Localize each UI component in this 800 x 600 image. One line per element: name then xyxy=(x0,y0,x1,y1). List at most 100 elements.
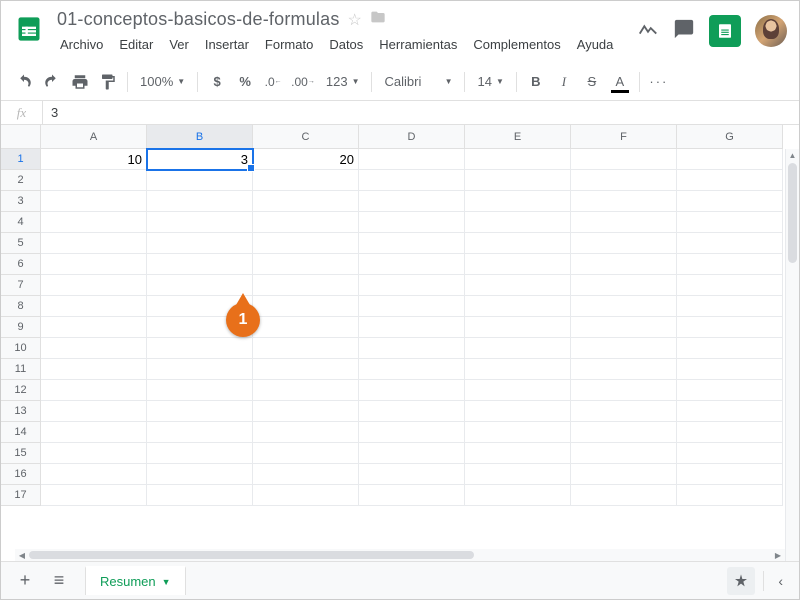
cell-E7[interactable] xyxy=(465,275,571,296)
cell-B2[interactable] xyxy=(147,170,253,191)
cell-D6[interactable] xyxy=(359,254,465,275)
formula-input[interactable]: 3 xyxy=(43,105,799,120)
row-header-13[interactable]: 13 xyxy=(1,401,41,422)
cell-D3[interactable] xyxy=(359,191,465,212)
all-sheets-button[interactable]: ≡ xyxy=(45,567,73,595)
italic-button[interactable]: I xyxy=(551,69,577,95)
cell-G12[interactable] xyxy=(677,380,783,401)
percent-button[interactable]: % xyxy=(232,69,258,95)
cell-G10[interactable] xyxy=(677,338,783,359)
column-header-C[interactable]: C xyxy=(253,125,359,149)
cell-F3[interactable] xyxy=(571,191,677,212)
redo-button[interactable] xyxy=(39,69,65,95)
cell-F4[interactable] xyxy=(571,212,677,233)
cell-D5[interactable] xyxy=(359,233,465,254)
row-header-12[interactable]: 12 xyxy=(1,380,41,401)
row-header-17[interactable]: 17 xyxy=(1,485,41,506)
cell-D8[interactable] xyxy=(359,296,465,317)
cell-B12[interactable] xyxy=(147,380,253,401)
number-format-dropdown[interactable]: 123▼ xyxy=(320,74,366,89)
cell-A14[interactable] xyxy=(41,422,147,443)
cell-G2[interactable] xyxy=(677,170,783,191)
cell-B6[interactable] xyxy=(147,254,253,275)
sheets-logo[interactable] xyxy=(9,9,49,49)
menu-complementos[interactable]: Complementos xyxy=(466,34,567,55)
cell-A17[interactable] xyxy=(41,485,147,506)
cell-E2[interactable] xyxy=(465,170,571,191)
cell-C3[interactable] xyxy=(253,191,359,212)
cell-E4[interactable] xyxy=(465,212,571,233)
row-header-4[interactable]: 4 xyxy=(1,212,41,233)
star-icon[interactable]: ☆ xyxy=(348,10,362,30)
cell-E16[interactable] xyxy=(465,464,571,485)
activity-icon[interactable] xyxy=(637,18,659,45)
sheet-tab-resumen[interactable]: Resumen ▼ xyxy=(85,566,186,595)
cell-F7[interactable] xyxy=(571,275,677,296)
text-color-button[interactable]: A xyxy=(607,69,633,95)
cell-G3[interactable] xyxy=(677,191,783,212)
cell-B14[interactable] xyxy=(147,422,253,443)
cell-G8[interactable] xyxy=(677,296,783,317)
cell-F10[interactable] xyxy=(571,338,677,359)
cell-A12[interactable] xyxy=(41,380,147,401)
row-header-2[interactable]: 2 xyxy=(1,170,41,191)
cell-G7[interactable] xyxy=(677,275,783,296)
cell-G4[interactable] xyxy=(677,212,783,233)
column-header-F[interactable]: F xyxy=(571,125,677,149)
cell-F8[interactable] xyxy=(571,296,677,317)
scroll-up-arrow[interactable]: ▲ xyxy=(786,149,799,161)
scroll-left-arrow[interactable]: ◀ xyxy=(15,551,29,560)
cell-C4[interactable] xyxy=(253,212,359,233)
cell-F11[interactable] xyxy=(571,359,677,380)
cell-D9[interactable] xyxy=(359,317,465,338)
vertical-scrollbar[interactable]: ▲ ▼ xyxy=(785,149,799,573)
cell-E13[interactable] xyxy=(465,401,571,422)
select-all-corner[interactable] xyxy=(1,125,41,149)
cell-E17[interactable] xyxy=(465,485,571,506)
paint-format-button[interactable] xyxy=(95,69,121,95)
menu-ayuda[interactable]: Ayuda xyxy=(570,34,621,55)
increase-decimal-button[interactable]: .00→ xyxy=(288,69,318,95)
print-button[interactable] xyxy=(67,69,93,95)
cell-D11[interactable] xyxy=(359,359,465,380)
cell-C13[interactable] xyxy=(253,401,359,422)
cell-E8[interactable] xyxy=(465,296,571,317)
column-header-G[interactable]: G xyxy=(677,125,783,149)
cell-C16[interactable] xyxy=(253,464,359,485)
cell-F9[interactable] xyxy=(571,317,677,338)
cell-E11[interactable] xyxy=(465,359,571,380)
cell-F15[interactable] xyxy=(571,443,677,464)
cell-B17[interactable] xyxy=(147,485,253,506)
cell-A7[interactable] xyxy=(41,275,147,296)
cell-A6[interactable] xyxy=(41,254,147,275)
cell-A4[interactable] xyxy=(41,212,147,233)
row-header-5[interactable]: 5 xyxy=(1,233,41,254)
column-header-B[interactable]: B xyxy=(147,125,253,149)
scroll-right-arrow[interactable]: ▶ xyxy=(771,551,785,560)
column-header-E[interactable]: E xyxy=(465,125,571,149)
cell-C11[interactable] xyxy=(253,359,359,380)
menu-herramientas[interactable]: Herramientas xyxy=(372,34,464,55)
cell-C9[interactable] xyxy=(253,317,359,338)
cell-C5[interactable] xyxy=(253,233,359,254)
folder-icon[interactable] xyxy=(370,9,386,30)
cell-D12[interactable] xyxy=(359,380,465,401)
cell-D10[interactable] xyxy=(359,338,465,359)
cell-B15[interactable] xyxy=(147,443,253,464)
cell-F14[interactable] xyxy=(571,422,677,443)
cell-C8[interactable] xyxy=(253,296,359,317)
decrease-decimal-button[interactable]: .0← xyxy=(260,69,286,95)
menu-formato[interactable]: Formato xyxy=(258,34,320,55)
cell-G6[interactable] xyxy=(677,254,783,275)
row-header-9[interactable]: 9 xyxy=(1,317,41,338)
cell-C7[interactable] xyxy=(253,275,359,296)
undo-button[interactable] xyxy=(11,69,37,95)
comments-icon[interactable] xyxy=(673,18,695,45)
cell-C6[interactable] xyxy=(253,254,359,275)
cell-E10[interactable] xyxy=(465,338,571,359)
account-avatar[interactable] xyxy=(755,15,787,47)
row-header-8[interactable]: 8 xyxy=(1,296,41,317)
horizontal-scroll-thumb[interactable] xyxy=(29,551,474,559)
row-header-3[interactable]: 3 xyxy=(1,191,41,212)
menu-editar[interactable]: Editar xyxy=(112,34,160,55)
